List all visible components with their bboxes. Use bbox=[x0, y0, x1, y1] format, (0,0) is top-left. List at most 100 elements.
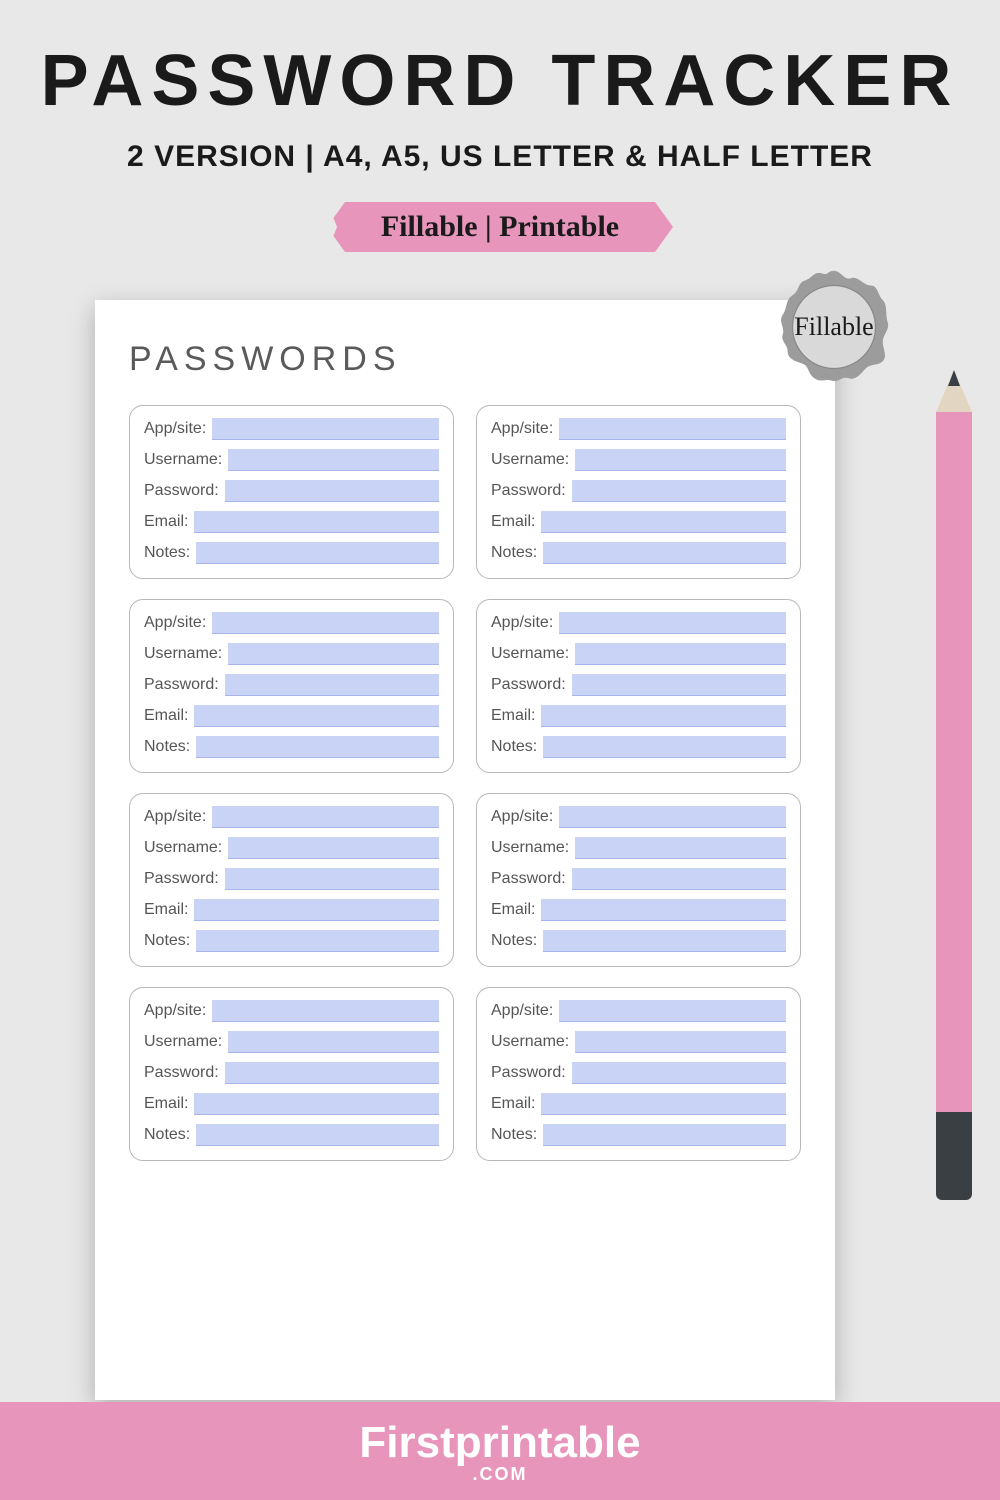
field-label-notes: Notes: bbox=[144, 738, 190, 756]
notes-input[interactable] bbox=[543, 1124, 786, 1146]
notes-input[interactable] bbox=[196, 736, 439, 758]
field-label-notes: Notes: bbox=[144, 1126, 190, 1144]
email-input[interactable] bbox=[194, 1093, 439, 1115]
email-input[interactable] bbox=[541, 899, 786, 921]
password-input[interactable] bbox=[572, 1062, 786, 1084]
app-input[interactable] bbox=[559, 1000, 786, 1022]
field-row-email: Email: bbox=[491, 899, 786, 921]
field-row-notes: Notes: bbox=[491, 930, 786, 952]
password-input[interactable] bbox=[225, 480, 439, 502]
seal-label: Fillable bbox=[794, 312, 873, 342]
username-input[interactable] bbox=[228, 449, 439, 471]
card-grid: App/site:Username:Password:Email:Notes:A… bbox=[129, 405, 801, 1161]
notes-input[interactable] bbox=[196, 930, 439, 952]
ribbon-text: Fillable | Printable bbox=[381, 210, 619, 244]
field-label-email: Email: bbox=[144, 707, 188, 725]
notes-input[interactable] bbox=[543, 736, 786, 758]
field-label-email: Email: bbox=[144, 901, 188, 919]
field-row-password: Password: bbox=[144, 480, 439, 502]
app-input[interactable] bbox=[212, 612, 439, 634]
field-row-email: Email: bbox=[491, 1093, 786, 1115]
app-input[interactable] bbox=[212, 1000, 439, 1022]
password-card: App/site:Username:Password:Email:Notes: bbox=[129, 793, 454, 967]
field-row-username: Username: bbox=[144, 1031, 439, 1053]
field-label-email: Email: bbox=[491, 513, 535, 531]
field-label-username: Username: bbox=[144, 451, 222, 469]
password-card: App/site:Username:Password:Email:Notes: bbox=[476, 405, 801, 579]
username-input[interactable] bbox=[228, 643, 439, 665]
username-input[interactable] bbox=[228, 837, 439, 859]
field-label-email: Email: bbox=[491, 707, 535, 725]
username-input[interactable] bbox=[575, 449, 786, 471]
field-label-app: App/site: bbox=[491, 808, 553, 826]
field-row-password: Password: bbox=[491, 674, 786, 696]
field-row-app: App/site: bbox=[144, 612, 439, 634]
password-input[interactable] bbox=[225, 868, 439, 890]
email-input[interactable] bbox=[194, 511, 439, 533]
field-row-email: Email: bbox=[144, 511, 439, 533]
page-title: PASSWORD TRACKER bbox=[0, 40, 1000, 122]
field-row-app: App/site: bbox=[491, 612, 786, 634]
notes-input[interactable] bbox=[196, 542, 439, 564]
password-input[interactable] bbox=[572, 480, 786, 502]
field-row-notes: Notes: bbox=[491, 1124, 786, 1146]
field-row-password: Password: bbox=[144, 868, 439, 890]
field-row-password: Password: bbox=[491, 868, 786, 890]
notes-input[interactable] bbox=[196, 1124, 439, 1146]
email-input[interactable] bbox=[541, 1093, 786, 1115]
footer-brand: Firstprintable bbox=[359, 1418, 640, 1468]
field-row-app: App/site: bbox=[144, 1000, 439, 1022]
fillable-seal-badge: Fillable bbox=[773, 266, 895, 388]
field-label-app: App/site: bbox=[491, 420, 553, 438]
field-label-username: Username: bbox=[491, 839, 569, 857]
password-card: App/site: Username: Password: Email: Notes: bbox=[476, 599, 801, 773]
username-input[interactable] bbox=[575, 1031, 786, 1053]
field-row-password: Password: bbox=[144, 1062, 439, 1084]
field-label-app: App/site: bbox=[144, 1002, 206, 1020]
app-input[interactable] bbox=[212, 806, 439, 828]
email-input[interactable] bbox=[194, 705, 439, 727]
notes-input[interactable] bbox=[543, 930, 786, 952]
field-row-email: Email: bbox=[491, 705, 786, 727]
field-label-notes: Notes: bbox=[144, 932, 190, 950]
password-input[interactable] bbox=[225, 674, 439, 696]
field-label-app: App/site: bbox=[491, 1002, 553, 1020]
field-label-password: Password: bbox=[491, 1064, 566, 1082]
password-card: App/site:Username:Password:Email:Notes: bbox=[129, 599, 454, 773]
username-input[interactable] bbox=[575, 643, 786, 665]
username-input[interactable] bbox=[228, 1031, 439, 1053]
field-label-email: Email: bbox=[491, 1095, 535, 1113]
password-card: App/site:Username:Password:Email:Notes: bbox=[129, 987, 454, 1161]
email-input[interactable] bbox=[541, 705, 786, 727]
field-label-app: App/site: bbox=[491, 614, 553, 632]
app-input[interactable] bbox=[559, 612, 786, 634]
field-label-username: Username: bbox=[491, 645, 569, 663]
field-label-app: App/site: bbox=[144, 614, 206, 632]
field-row-notes: Notes: bbox=[144, 930, 439, 952]
password-card: App/site:Username:Password:Email:Notes: bbox=[476, 987, 801, 1161]
field-row-notes: Notes: bbox=[144, 736, 439, 758]
field-row-email: Email: bbox=[491, 511, 786, 533]
field-label-password: Password: bbox=[491, 482, 566, 500]
password-input[interactable] bbox=[572, 674, 786, 696]
ribbon-badge: Fillable | Printable bbox=[345, 202, 655, 252]
field-row-username: Username: bbox=[491, 643, 786, 665]
email-input[interactable] bbox=[194, 899, 439, 921]
field-label-notes: Notes: bbox=[491, 544, 537, 562]
notes-input[interactable] bbox=[543, 542, 786, 564]
app-input[interactable] bbox=[559, 806, 786, 828]
field-label-notes: Notes: bbox=[491, 738, 537, 756]
field-label-notes: Notes: bbox=[491, 1126, 537, 1144]
field-label-password: Password: bbox=[491, 870, 566, 888]
field-label-password: Password: bbox=[144, 676, 219, 694]
header: PASSWORD TRACKER 2 VERSION | A4, A5, US … bbox=[0, 0, 1000, 252]
email-input[interactable] bbox=[541, 511, 786, 533]
password-input[interactable] bbox=[225, 1062, 439, 1084]
username-input[interactable] bbox=[575, 837, 786, 859]
pencil-icon bbox=[936, 370, 972, 1200]
app-input[interactable] bbox=[559, 418, 786, 440]
password-card: App/site: Username: Password: Email: Notes: bbox=[476, 793, 801, 967]
app-input[interactable] bbox=[212, 418, 439, 440]
field-label-username: Username: bbox=[144, 1033, 222, 1051]
password-input[interactable] bbox=[572, 868, 786, 890]
